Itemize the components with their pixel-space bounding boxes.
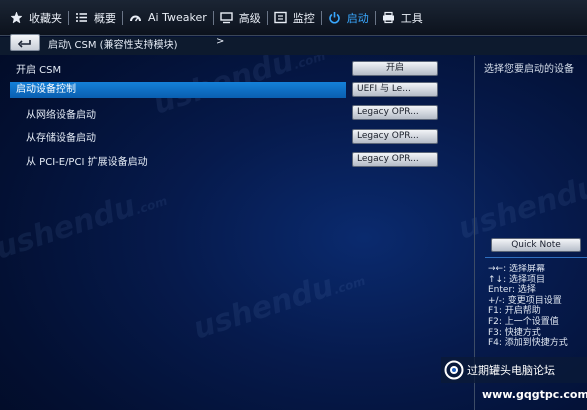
key-hint: F4: 添加到快捷方式	[488, 338, 568, 349]
tab-overview[interactable]: 概要	[69, 0, 122, 36]
network-boot-button[interactable]: Legacy OPR...	[352, 105, 438, 120]
help-description: 选择您要启动的设备	[484, 64, 574, 75]
csm-value-button[interactable]: 开启	[352, 61, 438, 76]
tab-label: 监控	[292, 11, 315, 25]
list-icon	[75, 11, 88, 24]
tab-monitor[interactable]: 监控	[268, 0, 321, 36]
setting-row-boot-device-control[interactable]: 启动设备控制	[10, 82, 346, 98]
tab-label: Ai Tweaker	[148, 11, 207, 24]
top-menu-bar: 收藏夹 概要 Ai Tweaker 高级 监控 启动 工具	[0, 0, 587, 36]
forum-url: www.gqgtpc.com	[482, 388, 587, 401]
tab-favorites[interactable]: 收藏夹	[0, 0, 68, 36]
tab-advanced[interactable]: 高级	[214, 0, 267, 36]
tab-tool[interactable]: 工具	[376, 0, 429, 36]
divider	[485, 257, 587, 258]
boot-device-control-label: 启动设备控制	[16, 84, 76, 95]
pcie-boot-button[interactable]: Legacy OPR...	[352, 152, 438, 167]
power-icon	[328, 11, 341, 24]
network-boot-label: 从网络设备启动	[26, 110, 96, 121]
storage-boot-button[interactable]: Legacy OPR...	[352, 129, 438, 144]
key-hint: →←: 选择屏幕	[488, 264, 545, 274]
star-icon	[10, 11, 23, 24]
breadcrumb-arrow: >	[216, 36, 225, 47]
key-hint: ↑↓: 选择项目	[488, 274, 545, 285]
advanced-settings-icon	[220, 11, 233, 24]
forum-logo-icon	[444, 360, 464, 380]
tab-label: 收藏夹	[29, 11, 62, 25]
key-hint: +/-: 变更项目设置	[488, 295, 562, 306]
forum-badge: 过期罐头电脑论坛	[441, 357, 587, 383]
storage-boot-label: 从存储设备启动	[26, 133, 96, 144]
breadcrumb: 启动\ CSM (兼容性支持模块)	[48, 40, 178, 51]
key-hint: F3: 快捷方式	[488, 327, 541, 338]
key-hint: Enter: 选择	[488, 285, 536, 296]
tab-label: 高级	[238, 11, 261, 25]
quick-note-button[interactable]: Quick Note	[491, 238, 581, 252]
csm-label: 开启 CSM	[16, 65, 62, 76]
monitor-icon	[274, 11, 287, 24]
back-arrow-icon	[17, 33, 33, 52]
watermark-ushendu: ushendu.com	[188, 268, 368, 347]
back-button[interactable]	[10, 34, 40, 51]
cloud-gauge-icon	[129, 11, 142, 24]
key-hint: F1: 开启帮助	[488, 306, 541, 317]
boot-device-control-button[interactable]: UEFI 与 Le...	[352, 82, 438, 97]
forum-title: 过期罐头电脑论坛	[467, 364, 555, 377]
tab-label: 启动	[346, 11, 369, 25]
pcie-boot-label: 从 PCI-E/PCI 扩展设备启动	[26, 157, 148, 168]
tab-label: 概要	[94, 11, 116, 25]
tab-ai-tweaker[interactable]: Ai Tweaker	[123, 0, 213, 36]
printer-tool-icon	[382, 11, 395, 24]
watermark-ushendu: ushendu.com	[0, 188, 170, 267]
key-hint: F2: 上一个设置值	[488, 316, 559, 327]
tab-label: 工具	[400, 11, 423, 25]
tab-boot[interactable]: 启动	[322, 0, 375, 36]
